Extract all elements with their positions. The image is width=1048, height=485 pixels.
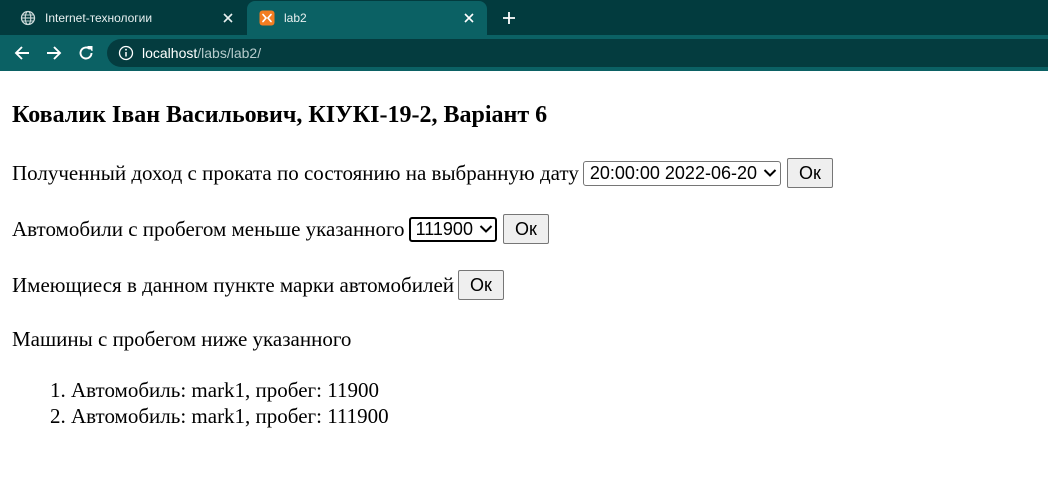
- info-icon[interactable]: [118, 45, 134, 61]
- results-title: Машины с пробегом ниже указанного: [12, 327, 352, 351]
- arrow-right-icon: [47, 46, 62, 60]
- tab-strip: Internet-технологии lab2: [0, 0, 1048, 35]
- mileage-select[interactable]: 111900: [408, 216, 497, 242]
- brands-form: Имеющиеся в данном пункте марки автомоби…: [12, 270, 1032, 300]
- mileage-ok-button[interactable]: Ок: [502, 214, 549, 244]
- address-bar[interactable]: localhost/labs/lab2/: [107, 39, 1048, 67]
- results-list: Автомобиль: mark1, пробег: 11900 Автомоб…: [12, 377, 1032, 429]
- browser-toolbar: localhost/labs/lab2/: [0, 35, 1048, 71]
- income-form: Полученный доход с проката по состоянию …: [12, 158, 1032, 188]
- plus-icon: [503, 12, 515, 24]
- url-host: localhost: [142, 45, 198, 61]
- brands-label: Имеющиеся в данном пункте марки автомоби…: [12, 273, 455, 297]
- mileage-select-value: 111900: [415, 219, 473, 239]
- list-item: Автомобиль: mark1, пробег: 11900: [71, 377, 1032, 403]
- tab-lab2[interactable]: lab2: [247, 1, 487, 35]
- tab-title: lab2: [284, 11, 307, 25]
- arrow-left-icon: [14, 46, 29, 60]
- page-content: Ковалик Іван Васильович, КІУКІ-19-2, Вар…: [12, 71, 1032, 429]
- reload-button[interactable]: [75, 42, 97, 64]
- reload-icon: [79, 46, 93, 60]
- mileage-form: Автомобили с пробегом меньше указанного …: [12, 214, 1032, 244]
- close-icon[interactable]: [461, 10, 477, 26]
- brands-ok-button[interactable]: Ок: [458, 270, 504, 300]
- back-button[interactable]: [11, 42, 33, 64]
- income-label: Полученный доход с проката по состоянию …: [12, 161, 579, 185]
- tab-title: Internet-технологии: [45, 11, 153, 25]
- xampp-icon: [259, 10, 275, 26]
- tab-internet-tech[interactable]: Internet-технологии: [8, 1, 246, 35]
- forward-button[interactable]: [43, 42, 65, 64]
- income-ok-button[interactable]: Ок: [787, 158, 833, 188]
- list-item: Автомобиль: mark1, пробег: 111900: [71, 403, 1032, 429]
- url-path: /labs/lab2/: [197, 45, 262, 61]
- mileage-label: Автомобили с пробегом меньше указанного: [12, 217, 405, 241]
- page-title: Ковалик Іван Васильович, КІУКІ-19-2, Вар…: [12, 102, 548, 128]
- date-select-value: 20:00:00 2022-06-20: [589, 163, 757, 183]
- chevron-down-icon: [479, 225, 493, 233]
- globe-icon: [20, 10, 36, 26]
- close-icon[interactable]: [220, 10, 236, 26]
- chevron-down-icon: [763, 169, 777, 177]
- date-select[interactable]: 20:00:00 2022-06-20: [582, 160, 781, 186]
- new-tab-button[interactable]: [499, 8, 519, 28]
